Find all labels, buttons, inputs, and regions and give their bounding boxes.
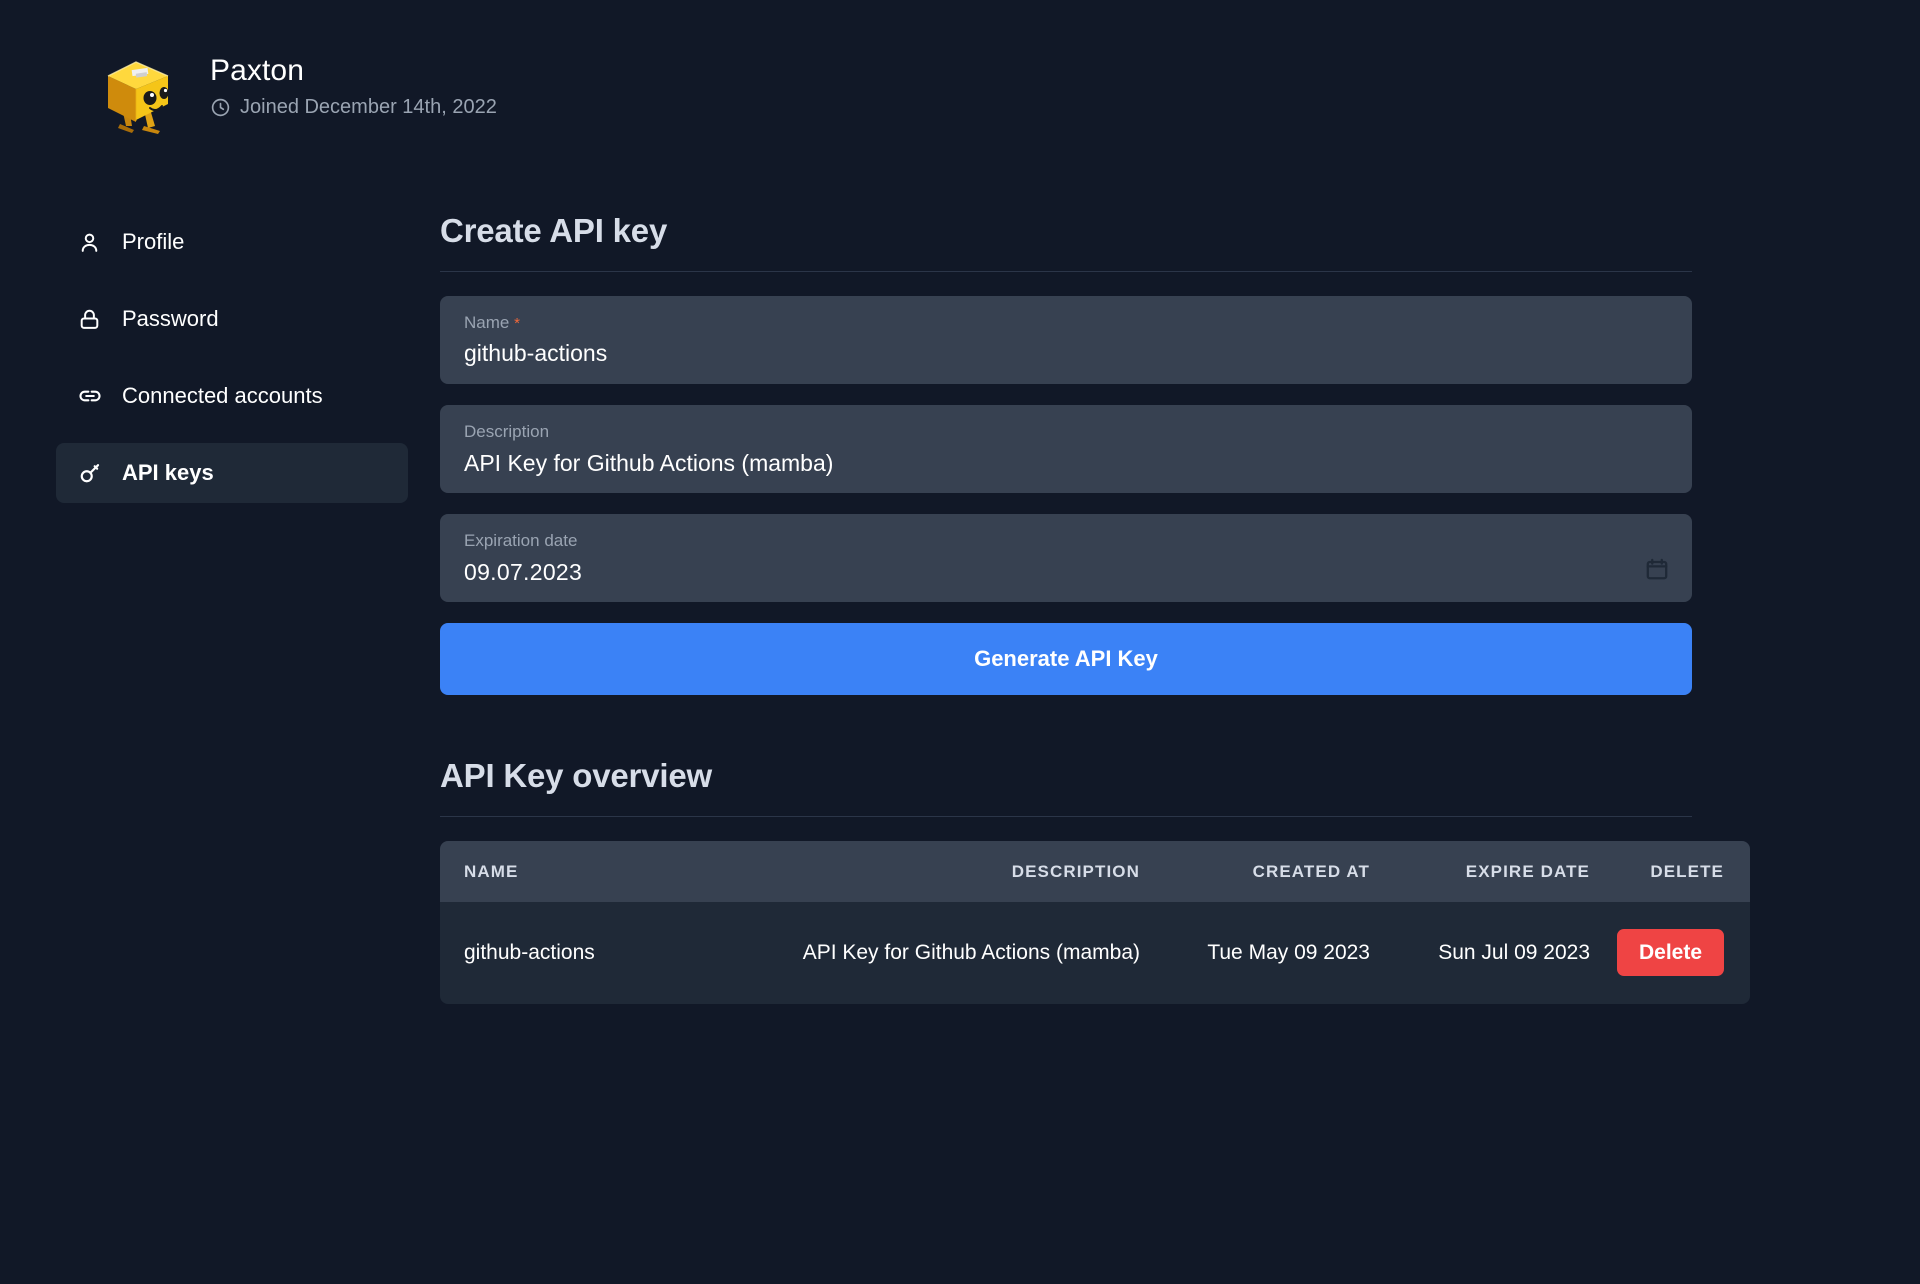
cell-name: github-actions (440, 902, 710, 1005)
required-asterisk: * (514, 315, 520, 332)
expiration-date-field[interactable]: Expiration date 09.07.2023 (440, 514, 1692, 603)
description-field-label: Description (464, 422, 550, 442)
main-panel: Create API key Name * github-actions Des… (440, 212, 1750, 1005)
table-header-row: NAME DESCRIPTION CREATED AT EXPIRE DATE … (440, 841, 1750, 903)
heading-divider (440, 271, 1692, 272)
table-header: NAME DESCRIPTION CREATED AT EXPIRE DATE … (440, 841, 1750, 903)
api-keys-settings-page: Paxton Joined December 14th, 2022 Profil… (0, 0, 1920, 1284)
cell-expire-date: Sun Jul 09 2023 (1370, 902, 1590, 1005)
api-keys-table: NAME DESCRIPTION CREATED AT EXPIRE DATE … (440, 841, 1750, 1005)
lock-icon (76, 306, 103, 333)
sidebar-item-label: Profile (122, 229, 185, 254)
clock-icon (210, 97, 231, 118)
column-header-expire-date: EXPIRE DATE (1370, 841, 1590, 903)
generate-api-key-button[interactable]: Generate API Key (440, 623, 1692, 696)
robot-cube-avatar-icon (107, 61, 169, 134)
sidebar-item-label: Connected accounts (122, 383, 323, 408)
avatar (92, 42, 184, 134)
column-header-description: DESCRIPTION (710, 841, 1140, 903)
column-header-name: NAME (440, 841, 710, 903)
column-header-delete: DELETE (1590, 841, 1750, 903)
table-row: github-actions API Key for Github Action… (440, 902, 1750, 1005)
user-icon (76, 229, 103, 256)
description-input[interactable]: API Key for Github Actions (mamba) (464, 449, 1668, 478)
expiration-date-label: Expiration date (464, 531, 578, 551)
api-key-overview-heading: API Key overview (440, 757, 712, 795)
link-icon (76, 383, 103, 410)
content-area: Profile Password Connected accounts API … (0, 134, 1920, 1005)
name-field[interactable]: Name * github-actions (440, 296, 1692, 385)
expiration-date-input[interactable]: 09.07.2023 (464, 558, 1668, 587)
sidebar-item-label: Password (122, 306, 219, 331)
cell-description: API Key for Github Actions (mamba) (710, 902, 1140, 1005)
name-label-text: Name (464, 313, 510, 332)
api-key-overview-section: API Key overview NAME DESCRIPTION CREATE… (440, 757, 1750, 1005)
description-field[interactable]: Description API Key for Github Actions (… (440, 405, 1692, 494)
sidebar-item-api-keys[interactable]: API keys (56, 443, 408, 503)
column-header-created-at: CREATED AT (1140, 841, 1370, 903)
create-api-key-heading: Create API key (440, 212, 668, 249)
cell-delete: Delete (1590, 902, 1750, 1005)
sidebar-item-label: API keys (122, 460, 214, 485)
sidebar-item-connected-accounts[interactable]: Connected accounts (56, 366, 440, 426)
joined-date: Joined December 14th, 2022 (210, 96, 497, 118)
calendar-icon[interactable] (1644, 556, 1670, 582)
profile-meta: Paxton Joined December 14th, 2022 (210, 54, 497, 122)
delete-api-key-button[interactable]: Delete (1616, 929, 1724, 977)
profile-header: Paxton Joined December 14th, 2022 (0, 0, 1920, 134)
name-field-label: Name * (464, 313, 1668, 333)
key-icon (76, 460, 103, 487)
name-input[interactable]: github-actions (464, 339, 1668, 368)
table-body: github-actions API Key for Github Action… (440, 902, 1750, 1005)
settings-sidebar: Profile Password Connected accounts API … (0, 212, 440, 520)
overview-divider (440, 816, 1692, 818)
cell-created-at: Tue May 09 2023 (1140, 902, 1370, 1005)
page-title: Paxton (210, 54, 304, 87)
joined-date-text: Joined December 14th, 2022 (240, 96, 497, 118)
sidebar-item-profile[interactable]: Profile (56, 212, 440, 272)
sidebar-item-password[interactable]: Password (56, 289, 440, 349)
